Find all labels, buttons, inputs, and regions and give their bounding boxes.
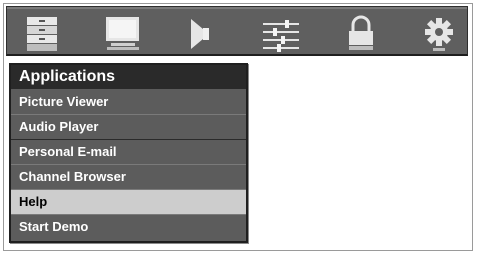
menu-item-help[interactable]: Help xyxy=(11,190,246,215)
applications-menu: Applications Picture Viewer Audio Player… xyxy=(9,63,248,243)
menu-item-personal-email[interactable]: Personal E-mail xyxy=(11,140,246,165)
setup-sliders-icon[interactable] xyxy=(261,15,301,53)
menu-item-channel-browser[interactable]: Channel Browser xyxy=(11,165,246,190)
settings-gear-icon[interactable] xyxy=(419,15,459,53)
lock-icon[interactable] xyxy=(341,15,381,53)
menu-item-start-demo[interactable]: Start Demo xyxy=(11,215,246,240)
menu-list: Picture Viewer Audio Player Personal E-m… xyxy=(11,90,246,240)
audio-settings-icon[interactable] xyxy=(183,15,223,53)
channel-list-icon[interactable] xyxy=(23,15,63,53)
picture-settings-icon[interactable] xyxy=(103,15,143,53)
main-menu-icon-bar xyxy=(6,6,468,56)
menu-item-picture-viewer[interactable]: Picture Viewer xyxy=(11,90,246,115)
menu-item-audio-player[interactable]: Audio Player xyxy=(11,115,246,140)
menu-title: Applications xyxy=(11,65,246,89)
